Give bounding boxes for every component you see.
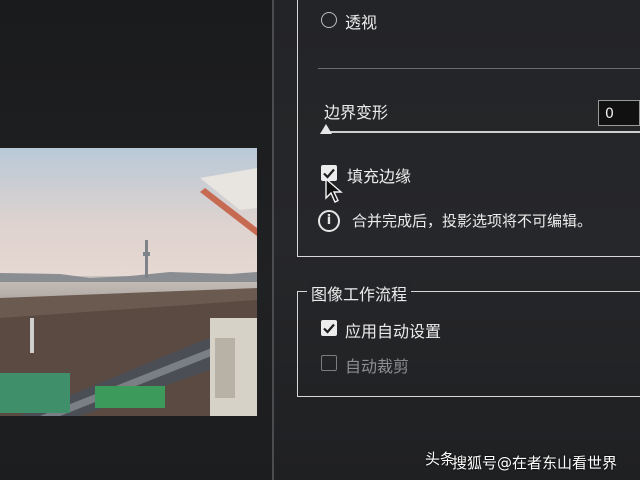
perspective-radio[interactable] xyxy=(321,12,337,28)
auto-settings-checkbox[interactable] xyxy=(321,320,337,336)
perspective-label[interactable]: 透视 xyxy=(345,9,377,33)
boundary-warp-slider-thumb[interactable] xyxy=(320,124,332,134)
auto-crop-label[interactable]: 自动裁剪 xyxy=(345,353,409,377)
section-separator xyxy=(318,68,640,69)
fill-edges-label[interactable]: 填充边缘 xyxy=(347,163,411,187)
image-workflow-group xyxy=(297,291,640,397)
watermark-toutiao: 头条 xyxy=(425,450,456,468)
info-message: 合并完成后，投影选项将不可编辑。 xyxy=(352,212,593,230)
check-icon xyxy=(323,323,335,334)
boundary-warp-slider[interactable] xyxy=(326,131,640,133)
watermark-sohu: 搜狐号@在者东山看世界 xyxy=(452,454,618,472)
boundary-warp-value-input[interactable]: 0 xyxy=(598,100,640,126)
mouse-cursor-icon xyxy=(325,178,343,203)
boundary-warp-label: 边界变形 xyxy=(324,103,389,122)
panorama-preview-image xyxy=(0,148,257,416)
auto-crop-checkbox[interactable] xyxy=(321,355,337,371)
info-icon: i xyxy=(318,210,340,232)
auto-settings-label[interactable]: 应用自动设置 xyxy=(345,318,441,342)
image-workflow-title: 图像工作流程 xyxy=(307,281,412,305)
